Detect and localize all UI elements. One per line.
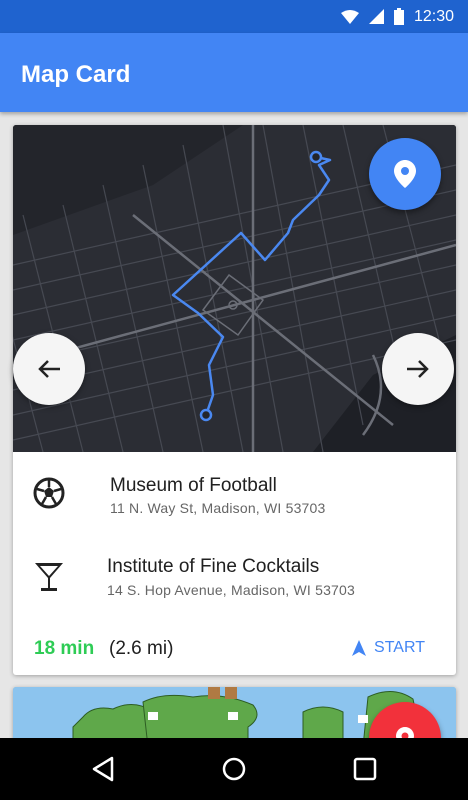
location-pin-icon [394, 160, 416, 188]
status-icons: 12:30 [340, 0, 454, 33]
next-button[interactable] [382, 333, 454, 405]
place-name: Institute of Fine Cocktails [107, 556, 320, 577]
place-address: 11 N. Way St, Madison, WI 53703 [110, 500, 326, 516]
cocktail-icon [35, 563, 63, 591]
status-bar: 12:30 [0, 0, 468, 33]
home-icon[interactable] [221, 756, 247, 782]
wifi-icon [340, 9, 359, 24]
trip-summary: 18 min (2.6 mi) START [13, 630, 456, 666]
page-title: Map Card [21, 61, 131, 88]
arrow-right-icon [407, 360, 429, 378]
previous-button[interactable] [13, 333, 85, 405]
soccer-ball-icon [33, 477, 65, 509]
app-bar: Map Card [0, 33, 468, 112]
signal-icon [368, 9, 384, 24]
navigation-arrow-icon [352, 640, 367, 656]
start-label: START [374, 639, 425, 656]
location-button[interactable] [369, 138, 441, 210]
start-button[interactable]: START [352, 636, 425, 660]
place-address: 14 S. Hop Avenue, Madison, WI 53703 [107, 582, 356, 598]
trip-duration: 18 min [34, 638, 95, 659]
battery-icon [393, 8, 404, 25]
recents-icon[interactable] [352, 756, 378, 782]
system-nav-bar [0, 738, 468, 800]
status-time: 12:30 [413, 7, 454, 25]
map-view[interactable] [13, 125, 456, 452]
arrow-left-icon [38, 360, 60, 378]
trip-distance: (2.6 mi) [109, 638, 174, 659]
place-name: Museum of Football [110, 475, 277, 496]
list-item[interactable]: Institute of Fine Cocktails 14 S. Hop Av… [13, 538, 456, 608]
map-card: Museum of Football 11 N. Way St, Madison… [13, 125, 456, 675]
list-item[interactable]: Museum of Football 11 N. Way St, Madison… [13, 455, 456, 525]
back-icon[interactable] [90, 756, 116, 782]
